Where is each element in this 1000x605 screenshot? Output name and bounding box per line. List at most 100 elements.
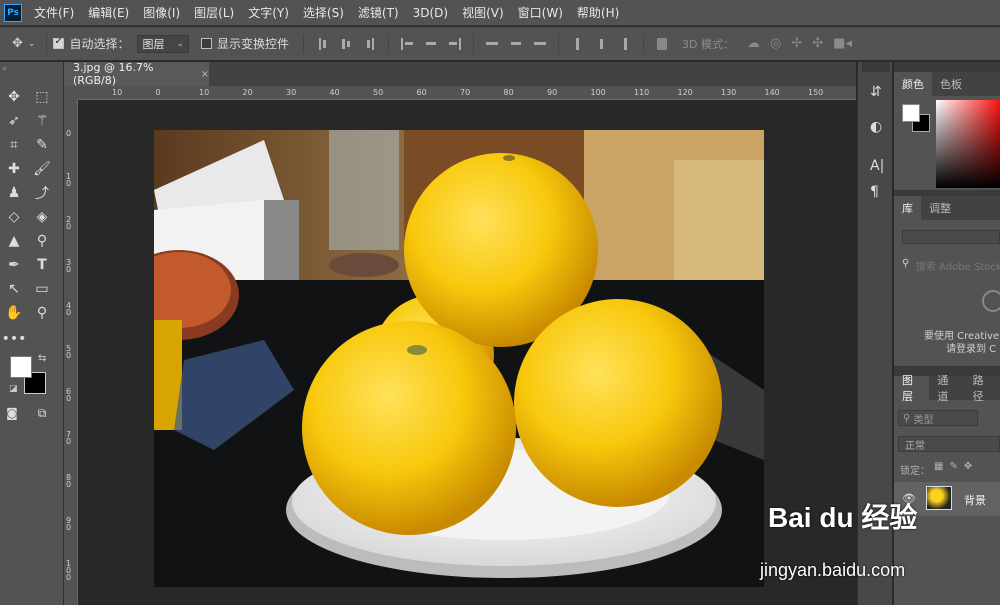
foreground-color-swatch-top[interactable] (902, 104, 920, 122)
3d-scale-icon[interactable]: ■◂ (833, 36, 852, 51)
blend-mode-select[interactable]: 正常 (898, 436, 1000, 452)
distribute-top-icon[interactable] (484, 37, 500, 51)
blur-tool-icon[interactable]: ▲ (2, 230, 26, 252)
more-tools-icon[interactable]: ••• (2, 328, 27, 350)
menu-3d[interactable]: 3D(D) (413, 6, 448, 20)
layers-panel-tabs: 图层 通道 路径 (894, 374, 1000, 403)
move-tool-preset-icon[interactable]: ✥ (12, 36, 23, 51)
align-hcenter-icon[interactable] (423, 37, 439, 51)
tab-adjustments[interactable]: 调整 (921, 196, 959, 220)
3d-pan-icon[interactable]: ✢ (791, 36, 802, 51)
history-panel-icon[interactable]: ⇵ (870, 84, 882, 100)
dodge-tool-icon[interactable]: ⚲ (30, 230, 54, 252)
panel-grip[interactable] (894, 62, 1000, 72)
oranges-photo (154, 130, 764, 587)
menu-filter[interactable]: 滤镜(T) (358, 4, 399, 21)
layer-filter-select[interactable]: ⚲ 类型 (898, 410, 978, 426)
align-left-icon[interactable] (399, 37, 415, 51)
3d-mode-label: 3D 模式： (682, 37, 734, 51)
close-icon[interactable]: × (201, 69, 209, 80)
character-panel-icon[interactable]: A| (870, 158, 884, 174)
distribute-hcenter-icon[interactable] (593, 37, 609, 51)
align-bottom-icon[interactable] (362, 37, 378, 51)
foreground-color-swatch[interactable] (10, 356, 32, 378)
magic-wand-tool-icon[interactable]: ⚚ (30, 110, 54, 132)
tab-color[interactable]: 颜色 (894, 72, 932, 96)
rectangle-tool-icon[interactable]: ▭ (30, 278, 54, 300)
hand-tool-icon[interactable]: ✋ (2, 302, 26, 324)
menu-view[interactable]: 视图(V) (462, 4, 504, 21)
library-select[interactable] (902, 230, 1000, 244)
show-transform-checkbox[interactable] (201, 38, 213, 49)
tab-swatches[interactable]: 色板 (932, 72, 970, 96)
screen-mode-icon[interactable]: ⧉ (30, 402, 54, 424)
zoom-tool-icon[interactable]: ⚲ (30, 302, 54, 324)
color-field[interactable] (936, 100, 1000, 188)
distribute-vcenter-icon[interactable] (508, 37, 524, 51)
brush-tool-icon[interactable]: 🖌︎ (30, 158, 54, 180)
menu-file[interactable]: 文件(F) (34, 4, 74, 21)
panel-grip[interactable] (862, 62, 890, 72)
cc-signin-line2[interactable]: 请登录到 C (946, 340, 996, 355)
layer-thumbnail (926, 486, 952, 510)
pen-tool-icon[interactable]: ✒ (2, 254, 26, 276)
move-tool-icon[interactable]: ✥ (2, 86, 26, 108)
menu-edit[interactable]: 编辑(E) (88, 4, 129, 21)
tab-libraries[interactable]: 库 (894, 196, 921, 220)
distribute-left-icon[interactable] (569, 37, 585, 51)
eraser-tool-icon[interactable]: ◇ (2, 206, 26, 228)
menu-type[interactable]: 文字(Y) (248, 4, 289, 21)
path-selection-tool-icon[interactable]: ↖ (2, 278, 26, 300)
3d-roll-icon[interactable]: ◎ (770, 36, 781, 51)
marquee-tool-icon[interactable]: ⬚ (30, 86, 54, 108)
swap-colors-icon[interactable]: ⇆ (38, 353, 46, 364)
lock-label: 锁定： (900, 466, 930, 477)
document-tab-title: 3.jpg @ 16.7%(RGB/8) (73, 61, 154, 87)
color-panel-tabs: 颜色 色板 (894, 72, 1000, 96)
auto-align-layers-icon[interactable] (654, 37, 670, 51)
menu-bar: Ps 文件(F) 编辑(E) 图像(I) 图层(L) 文字(Y) 选择(S) 滤… (0, 0, 1000, 26)
clone-stamp-tool-icon[interactable]: ♟ (2, 182, 26, 204)
document-tab[interactable]: 3.jpg @ 16.7%(RGB/8) × (64, 61, 209, 87)
lock-icons[interactable]: ▦✎✥ (934, 461, 978, 472)
layer-group-select[interactable]: 图层 ⌄ (137, 34, 190, 53)
menu-window[interactable]: 窗口(W) (518, 4, 563, 21)
type-tool-icon[interactable]: T (30, 254, 54, 276)
crop-tool-icon[interactable]: ⌗ (2, 134, 26, 156)
healing-brush-tool-icon[interactable]: ✚ (2, 158, 26, 180)
lasso-tool-icon[interactable]: ➶ (2, 110, 26, 132)
default-colors-icon[interactable]: ◪ (9, 384, 18, 394)
vertical-ruler[interactable]: 0 10 20 30 40 50 60 70 80 90 100 (64, 100, 78, 605)
eyedropper-tool-icon[interactable]: ✎ (30, 134, 54, 156)
distribute-bottom-icon[interactable] (532, 37, 548, 51)
paint-bucket-tool-icon[interactable]: ◈ (30, 206, 54, 228)
library-panel-tabs: 库 调整 (894, 196, 1000, 220)
ruler-tick-label: 60 (416, 88, 427, 97)
properties-panel-icon[interactable]: ◐ (870, 119, 882, 135)
menu-image[interactable]: 图像(I) (143, 4, 180, 21)
tab-paths[interactable]: 路径 (965, 374, 1000, 403)
menu-select[interactable]: 选择(S) (303, 4, 344, 21)
align-vcenter-icon[interactable] (338, 37, 354, 51)
library-search-input[interactable]: 搜索 Adobe Stock (916, 258, 1000, 273)
auto-select-checkbox[interactable] (53, 36, 65, 49)
menu-layer[interactable]: 图层(L) (194, 4, 234, 21)
distribute-right-icon[interactable] (617, 37, 633, 51)
quick-mask-icon[interactable]: ◙ (0, 402, 24, 424)
ruler-tick-label: 120 (677, 88, 693, 97)
align-right-icon[interactable] (447, 37, 463, 51)
ruler-origin[interactable] (64, 86, 78, 100)
paragraph-panel-icon[interactable]: ¶ (870, 184, 879, 200)
chevron-down-icon[interactable]: ⌄ (28, 39, 36, 49)
tab-layers[interactable]: 图层 (894, 374, 930, 403)
tab-channels[interactable]: 通道 (929, 374, 964, 403)
menu-help[interactable]: 帮助(H) (577, 4, 619, 21)
ruler-tick-label: 100 (66, 559, 72, 582)
history-brush-tool-icon[interactable]: ⤴ (30, 182, 54, 204)
3d-orbit-icon[interactable]: ☁ (747, 36, 760, 51)
3d-slide-icon[interactable]: ✣ (812, 36, 823, 51)
document-image[interactable] (154, 130, 764, 587)
horizontal-ruler[interactable]: 10 0 10 20 30 40 50 60 70 80 90 100 110 120 130 140 150 (78, 86, 856, 100)
collapse-icon[interactable]: « (2, 64, 7, 73)
align-top-icon[interactable] (314, 37, 330, 51)
